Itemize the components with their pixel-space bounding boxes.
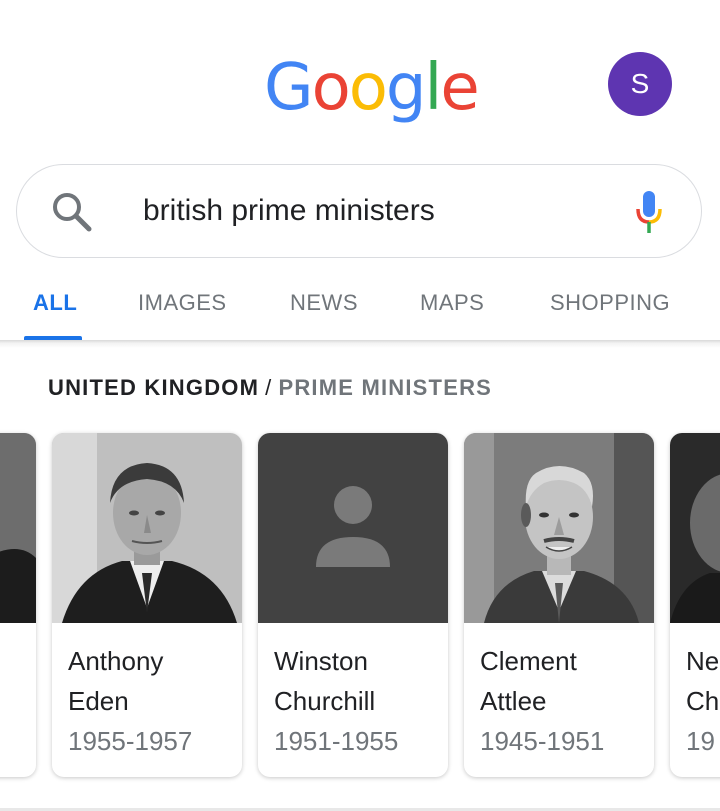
logo-letter-o1: o (311, 51, 351, 125)
account-avatar[interactable]: S (608, 52, 672, 116)
tab-maps[interactable]: MAPS (420, 290, 484, 316)
search-tabs: ALL IMAGES NEWS MAPS SHOPPING (0, 272, 720, 340)
person-placeholder-icon (258, 433, 448, 623)
google-logo[interactable]: Google (264, 48, 480, 128)
term-years: 1951-1955 (274, 726, 399, 756)
card-info: Clement Attlee 1945-1951 (480, 641, 646, 761)
breadcrumb-category: PRIME MINISTERS (278, 375, 493, 400)
tab-shopping[interactable]: SHOPPING (550, 290, 670, 316)
carousel-card-anthony-eden[interactable]: Anthony Eden 1955-1957 (52, 433, 242, 777)
term-years: 1955-1957 (68, 726, 193, 756)
card-info: Anthony Eden 1955-1957 (68, 641, 234, 761)
portrait-photo (52, 433, 242, 623)
person-name-first: Ne (686, 646, 720, 676)
carousel-card-clement-attlee[interactable]: Clement Attlee 1945-1951 (464, 433, 654, 777)
term-years: 19 (686, 726, 715, 756)
card-info: Ne Ch 19 (686, 641, 720, 761)
carousel-card-partial-left[interactable] (0, 433, 36, 777)
logo-letter-e: e (440, 51, 479, 125)
breadcrumb-country[interactable]: UNITED KINGDOM (48, 375, 259, 400)
carousel-card-partial-right[interactable]: Ne Ch 19 (670, 433, 720, 777)
logo-letter-g2: g (385, 51, 427, 125)
search-box[interactable]: british prime ministers (16, 164, 702, 258)
tab-images[interactable]: IMAGES (138, 290, 227, 316)
person-name-last: Ch (686, 686, 720, 716)
person-name-last: Churchill (274, 686, 376, 716)
microphone-icon[interactable] (633, 189, 665, 235)
tab-news[interactable]: NEWS (290, 290, 358, 316)
breadcrumb: UNITED KINGDOM / PRIME MINISTERS (48, 374, 492, 402)
logo-letter-l: l (424, 51, 443, 125)
logo-letter-o2: o (348, 51, 388, 125)
carousel-card-winston-churchill[interactable]: Winston Churchill 1951-1955 (258, 433, 448, 777)
person-name-last: Eden (68, 686, 129, 716)
search-query[interactable]: british prime ministers (143, 191, 435, 231)
search-icon[interactable] (51, 191, 93, 233)
person-name-first: Winston (274, 646, 368, 676)
person-name-last: Attlee (480, 686, 547, 716)
breadcrumb-separator: / (265, 375, 273, 400)
tab-all[interactable]: ALL (33, 290, 77, 316)
portrait-photo (0, 433, 36, 623)
person-name-first: Clement (480, 646, 577, 676)
search-results-page: Google S british prime ministers ALL IMA… (0, 0, 720, 811)
tabs-divider (0, 340, 720, 348)
term-years: 1945-1951 (480, 726, 605, 756)
card-info: Winston Churchill 1951-1955 (274, 641, 440, 761)
person-name-first: Anthony (68, 646, 164, 676)
portrait-photo (464, 433, 654, 623)
logo-letter-g: G (264, 51, 314, 125)
portrait-photo (670, 433, 720, 623)
